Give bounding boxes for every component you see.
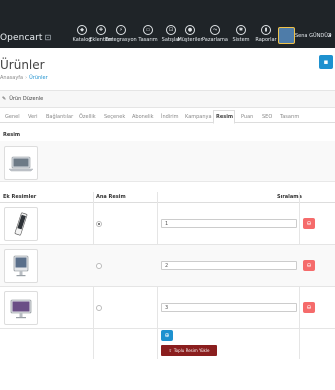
tab-puan[interactable]: Puan bbox=[241, 114, 253, 120]
tab-genel[interactable]: Genel bbox=[5, 114, 20, 120]
image-thumbnail[interactable] bbox=[4, 207, 38, 241]
minus-icon: ⊖ bbox=[306, 220, 312, 227]
panel-title: ✎ Ürün Düzenle bbox=[2, 96, 43, 102]
tab-abonelik[interactable]: Abonelik bbox=[132, 114, 154, 120]
table-row: 3 ⊖ bbox=[0, 287, 335, 329]
tab-baglantilar[interactable]: Bağlantılar bbox=[46, 114, 73, 120]
main-image-radio[interactable] bbox=[96, 305, 102, 311]
add-image-button[interactable]: ⊕ bbox=[161, 330, 173, 341]
breadcrumb: Anasayfa › Ürünler bbox=[0, 75, 48, 81]
sort-order-input[interactable]: 2 bbox=[161, 261, 297, 270]
sort-order-input[interactable]: 3 bbox=[161, 303, 297, 312]
delete-image-button[interactable]: ⊖ bbox=[303, 302, 315, 313]
image-thumbnail[interactable] bbox=[4, 249, 38, 283]
chevron-down-icon[interactable]: ▾ bbox=[329, 33, 332, 39]
share-icon: ⤳ bbox=[210, 25, 220, 35]
minus-icon: ⊖ bbox=[306, 304, 312, 311]
breadcrumb-home[interactable]: Anasayfa bbox=[0, 75, 23, 81]
plus-icon: ⊕ bbox=[164, 332, 170, 339]
top-bar: Opencart ⊡ ◆ Katalog ✚ Eklentiler ⚡ Entegras… bbox=[0, 0, 335, 48]
minus-icon: ⊖ bbox=[306, 262, 312, 269]
cart-icon: ⊡ bbox=[44, 33, 52, 42]
panel-heading: ✎ Ürün Düzenle bbox=[0, 90, 335, 108]
laptop-image bbox=[8, 156, 34, 172]
gear-icon: ✱ bbox=[236, 25, 246, 35]
panel-title-text: Ürün Düzenle bbox=[9, 96, 44, 102]
table-row: 1 ⊖ bbox=[0, 203, 335, 245]
bulk-upload-button[interactable]: ⇧ Toplu Resim Yükle bbox=[161, 345, 217, 356]
image-thumbnail[interactable] bbox=[4, 291, 38, 325]
main-image-row bbox=[0, 141, 335, 182]
tab-veri[interactable]: Veri bbox=[28, 114, 38, 120]
save-button[interactable]: ▪ bbox=[319, 55, 333, 69]
delete-image-button[interactable]: ⊖ bbox=[303, 218, 315, 229]
breadcrumb-current[interactable]: Ürünler bbox=[29, 75, 48, 81]
logo[interactable]: Opencart ⊡ bbox=[0, 33, 51, 43]
breadcrumb-separator: › bbox=[25, 75, 28, 81]
tab-secenek[interactable]: Seçenek bbox=[104, 114, 125, 120]
image-section-title: Resim bbox=[3, 132, 21, 138]
save-icon: ▪ bbox=[323, 58, 329, 66]
page-title: Ürünler bbox=[0, 58, 45, 72]
main-image-radio[interactable] bbox=[96, 263, 102, 269]
imac-image bbox=[13, 255, 29, 277]
tab-kampanya[interactable]: Kampanya bbox=[185, 114, 212, 120]
user-name[interactable]: Sena GÜNDÜZ bbox=[295, 33, 331, 39]
avatar[interactable] bbox=[278, 27, 295, 44]
main-image-thumbnail[interactable] bbox=[4, 146, 38, 180]
chart-icon: ▮ bbox=[261, 25, 271, 35]
tab-resim[interactable]: Resim bbox=[216, 114, 233, 120]
tab-ozellik[interactable]: Özellik bbox=[79, 114, 96, 120]
column-header-images: Ek Resimler bbox=[3, 194, 37, 200]
plug-icon: ⚡ bbox=[116, 25, 126, 35]
tab-tasarim[interactable]: Tasarım bbox=[280, 114, 299, 120]
pencil-icon: ✎ bbox=[2, 96, 7, 102]
additional-images-header: Ek Resimler Ana Resim Sıralama bbox=[0, 192, 335, 203]
sort-order-input[interactable]: 1 bbox=[161, 219, 297, 228]
table-row: 2 ⊖ bbox=[0, 245, 335, 287]
logo-text: Opencart bbox=[0, 33, 43, 43]
delete-image-button[interactable]: ⊖ bbox=[303, 260, 315, 271]
main-image-radio[interactable] bbox=[96, 221, 102, 227]
upload-icon: ⇧ bbox=[168, 348, 172, 353]
tab-seo[interactable]: SEO bbox=[262, 114, 272, 120]
column-header-main: Ana Resim bbox=[96, 194, 126, 200]
ipod-image bbox=[14, 212, 28, 236]
bulk-upload-label: Toplu Resim Yükle bbox=[173, 348, 210, 353]
cinema-display-image bbox=[10, 299, 32, 319]
tab-indirim[interactable]: İndirim bbox=[161, 114, 179, 120]
tab-bar: Genel Veri Bağlantılar Özellik Seçenek A… bbox=[0, 110, 335, 124]
user-icon: ● bbox=[185, 25, 195, 35]
